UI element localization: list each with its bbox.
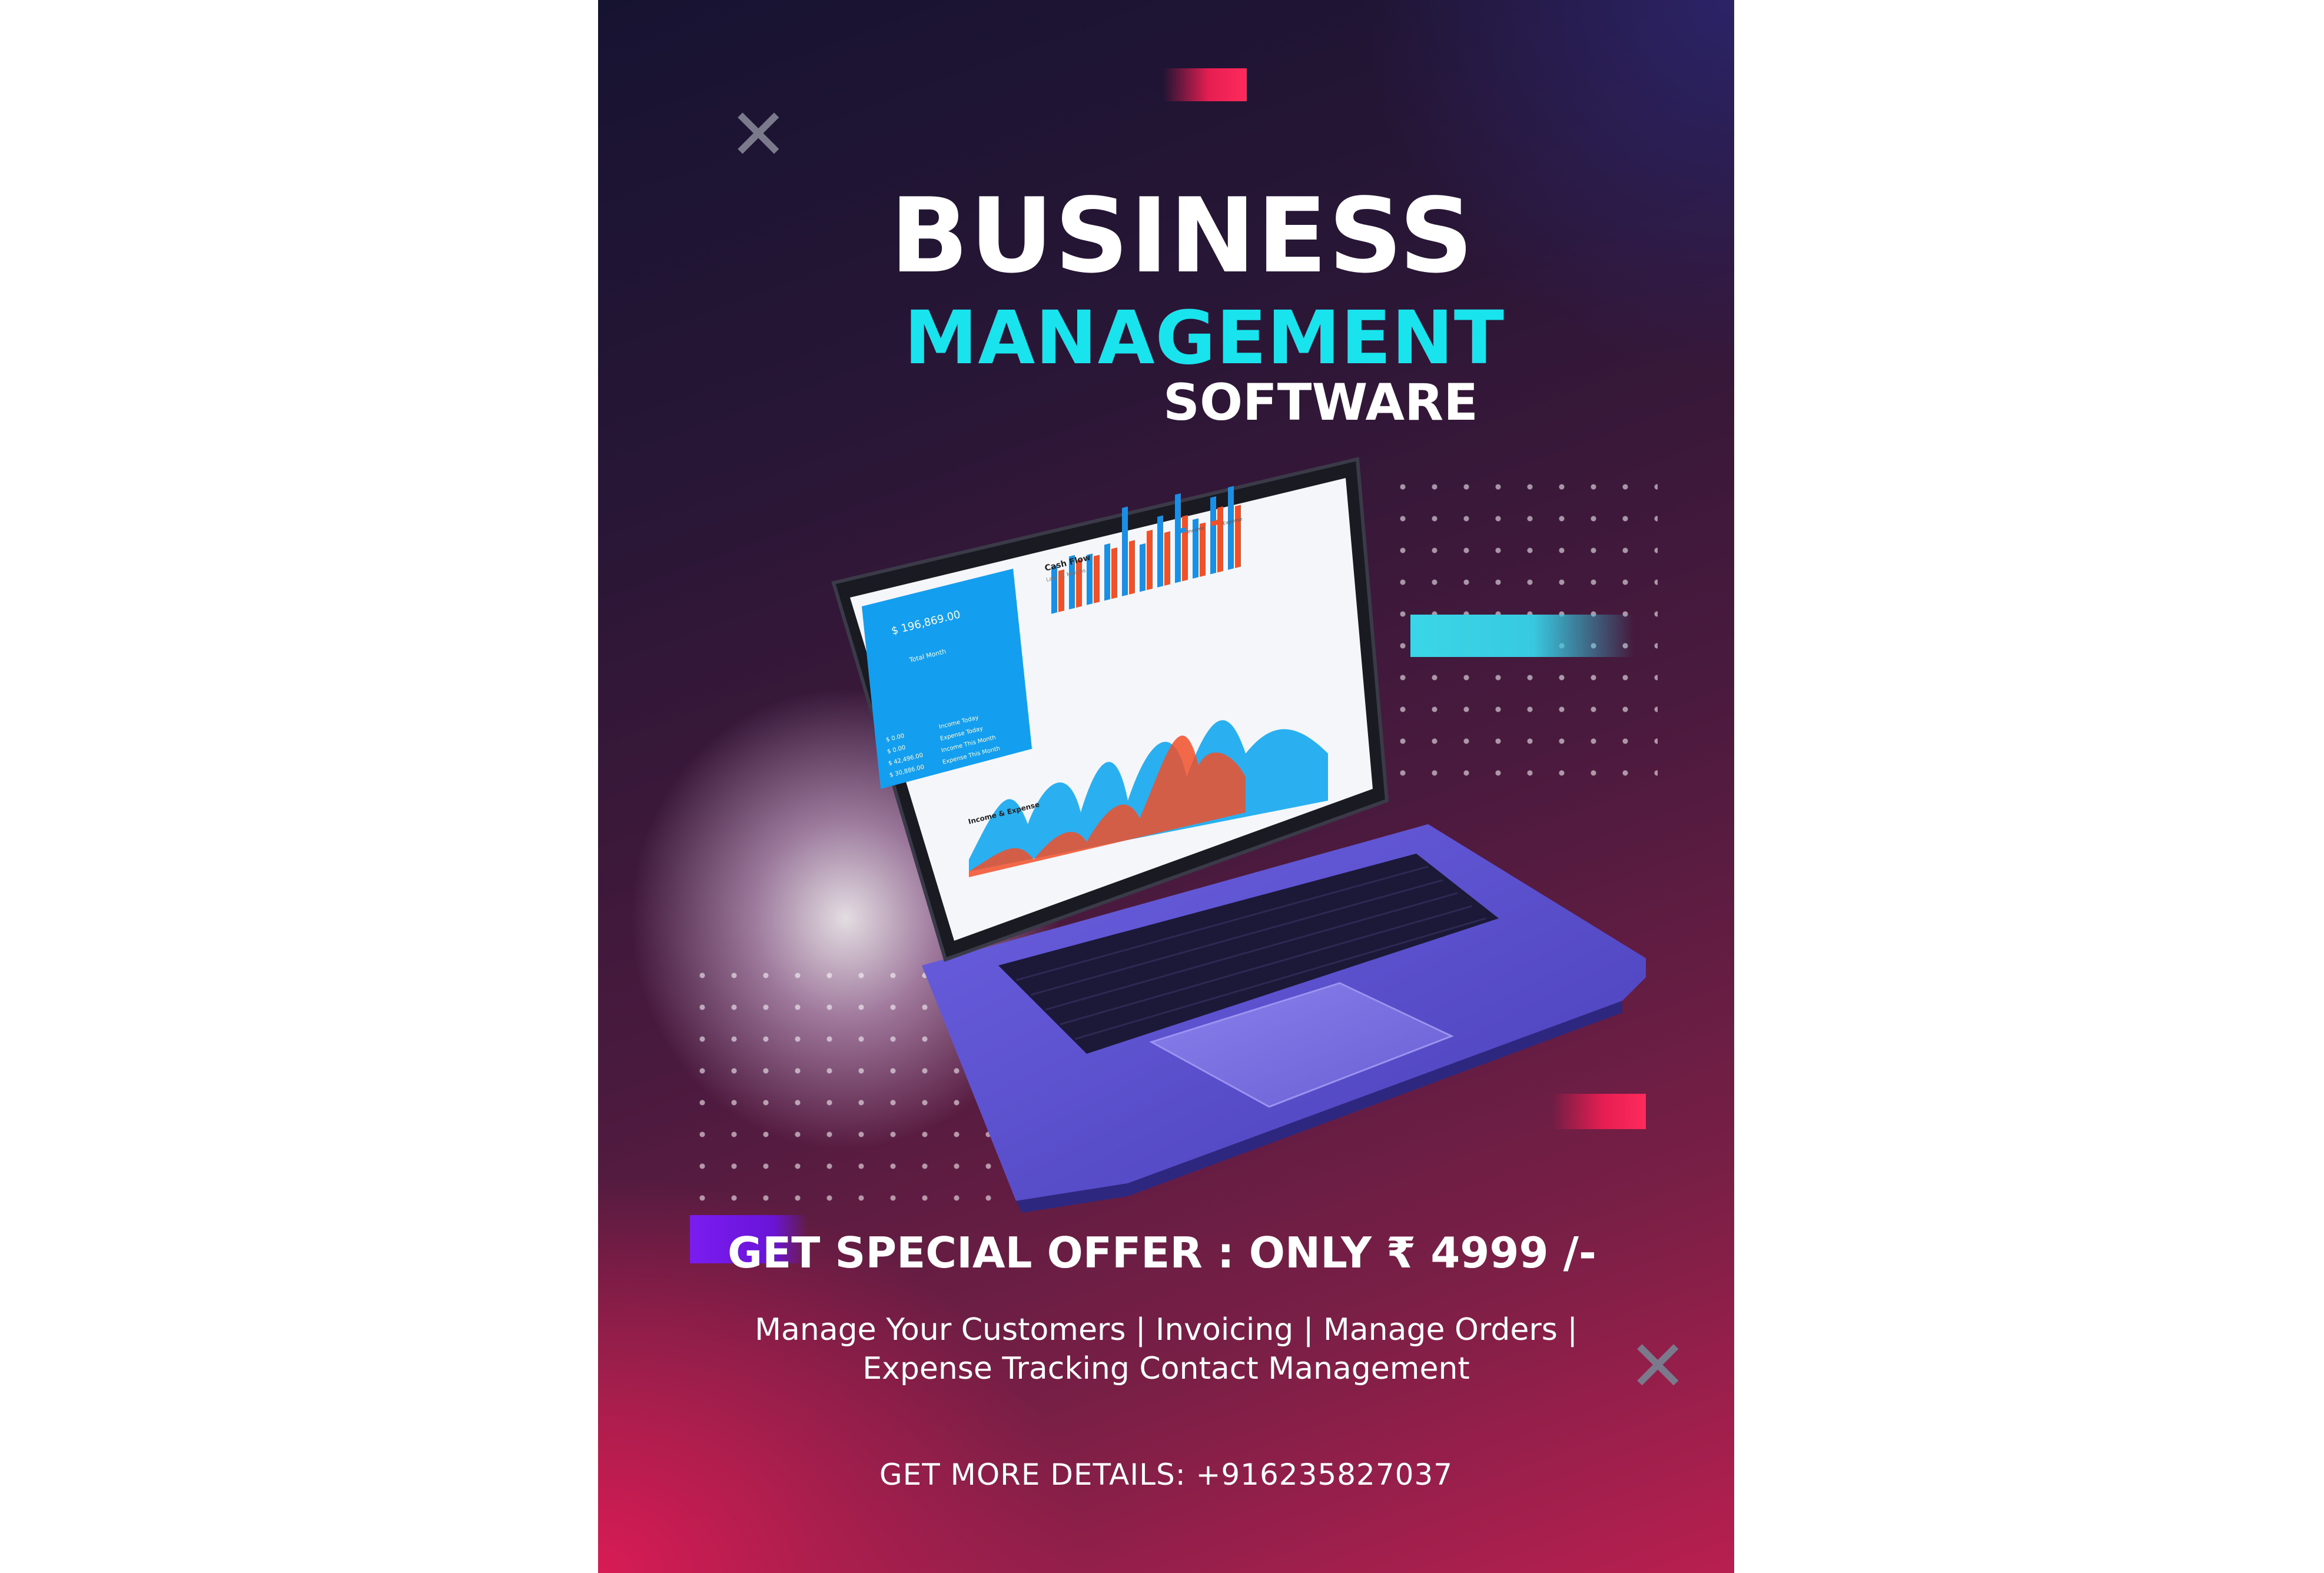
features-line-1: Manage Your Customers | Invoicing | Mana… xyxy=(755,1312,1578,1348)
accent-bar-top xyxy=(1163,68,1247,101)
title-management: MANAGEMENT xyxy=(904,296,1505,381)
special-offer-text: GET SPECIAL OFFER : ONLY ₹ 4999 /- xyxy=(728,1228,1596,1277)
contact-details: GET MORE DETAILS: +916235827037 xyxy=(879,1458,1453,1492)
laptop-svg: $ 196,869.00 Total Month $ 0.00 Income T… xyxy=(831,457,1646,1213)
features-text: Manage Your Customers | Invoicing | Mana… xyxy=(598,1310,1734,1388)
laptop-illustration: $ 196,869.00 Total Month $ 0.00 Income T… xyxy=(822,447,1646,1213)
title-business: BUSINESS xyxy=(890,177,1475,296)
close-x-icon: ✕ xyxy=(729,94,788,176)
title-software: SOFTWARE xyxy=(1163,373,1478,432)
poster: ✕ ✕ BUSINESS MANAGEMENT SOFTWARE $ 196,8… xyxy=(598,0,1734,1573)
features-line-2: Expense Tracking Contact Management xyxy=(862,1351,1470,1386)
